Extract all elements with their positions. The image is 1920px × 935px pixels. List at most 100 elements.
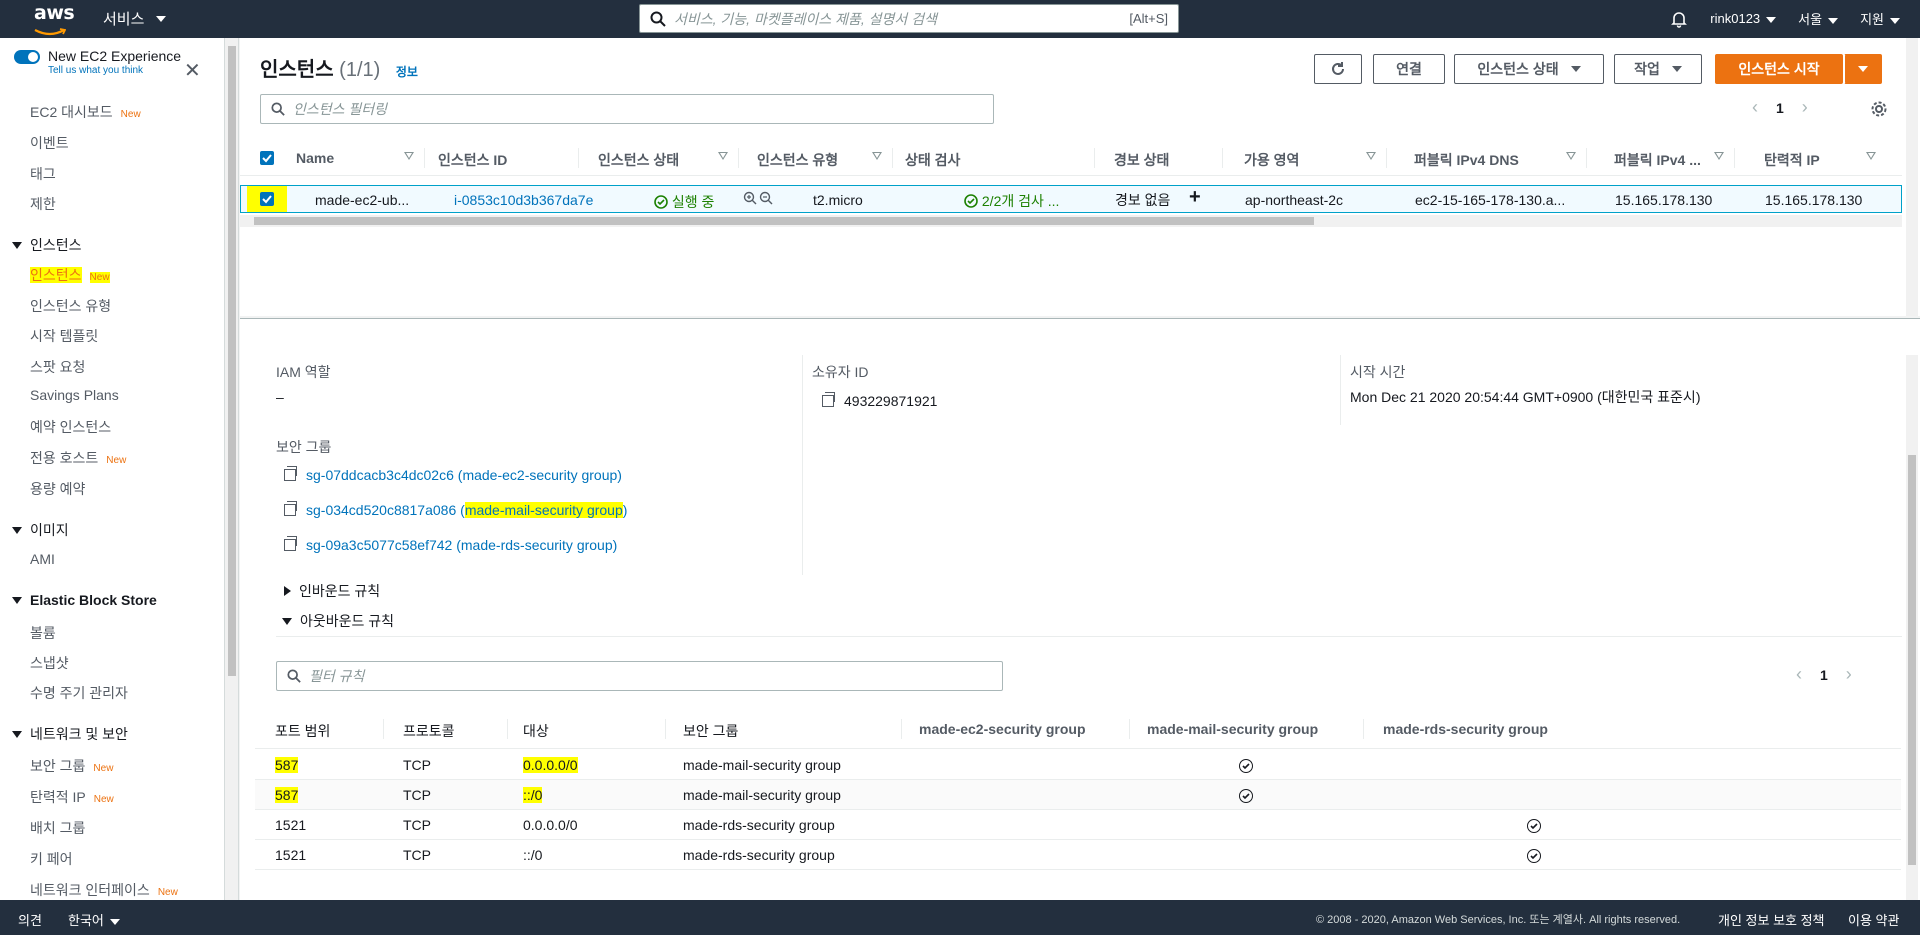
search-input[interactable] <box>674 10 1130 27</box>
col-availability-zone[interactable]: 가용 영역 <box>1244 150 1299 170</box>
zoom-in-icon[interactable] <box>743 191 757 208</box>
select-all-checkbox[interactable] <box>260 151 274 165</box>
launch-dropdown-button[interactable] <box>1844 54 1882 84</box>
sidebar-item-limits[interactable]: 제한 <box>30 194 56 214</box>
sidebar-item-volumes[interactable]: 볼륨 <box>30 623 56 643</box>
info-link[interactable]: 정보 <box>396 65 418 79</box>
copy-icon[interactable] <box>822 392 835 407</box>
settings-gear-icon[interactable] <box>1870 100 1888 118</box>
copy-icon[interactable] <box>284 466 297 481</box>
sidebar-item-ami[interactable]: AMI <box>30 551 55 567</box>
sidebar-section-instances[interactable]: 인스턴스 <box>12 235 82 255</box>
region-menu[interactable]: 서울 <box>1798 9 1839 28</box>
global-search[interactable]: [Alt+S] <box>639 4 1179 33</box>
security-group-link[interactable]: sg-034cd520c8817a086 <box>306 502 456 518</box>
actions-button[interactable]: 작업 <box>1614 54 1702 84</box>
page-number[interactable]: 1 <box>1776 100 1784 116</box>
security-group-name[interactable]: (made-ec2-security group) <box>458 467 622 483</box>
chevron-left-icon[interactable]: ‹ <box>1752 97 1758 118</box>
col-name[interactable]: Name <box>296 150 334 166</box>
security-group-link[interactable]: sg-07ddcacb3c4dc02c6 <box>306 467 454 483</box>
copy-icon[interactable] <box>284 536 297 551</box>
support-menu[interactable]: 지원 <box>1860 9 1900 28</box>
sidebar-item-capacity-reservations[interactable]: 용량 예약 <box>30 479 85 499</box>
sidebar-item-elastic-ip[interactable]: 탄력적 IP New <box>30 787 114 807</box>
sort-icon[interactable] <box>404 152 414 160</box>
sidebar-item-lifecycle-manager[interactable]: 수명 주기 관리자 <box>30 683 128 703</box>
inbound-rules-expander[interactable]: 인바운드 규칙 <box>284 581 380 601</box>
security-group-name[interactable]: (made-mail-security group) <box>460 502 627 518</box>
scrollbar-thumb[interactable] <box>228 46 236 676</box>
security-group-link[interactable]: sg-09a3c5077c58ef742 <box>306 537 452 553</box>
sidebar-item-launch-templates[interactable]: 시작 템플릿 <box>30 326 98 346</box>
row-checkbox[interactable] <box>260 192 274 206</box>
instance-id-link[interactable]: i-0853c10d3b367da7e <box>454 192 593 208</box>
security-group-name[interactable]: (made-rds-security group) <box>456 537 617 553</box>
user-menu[interactable]: rink0123 <box>1710 11 1777 26</box>
services-menu[interactable]: 서비스 <box>103 8 167 29</box>
sidebar-item-instances[interactable]: 인스턴스 New <box>30 265 110 285</box>
outbound-rules-expander[interactable]: 아웃바운드 규칙 <box>282 611 394 631</box>
col-public-dns[interactable]: 퍼블릭 IPv4 DNS <box>1414 150 1519 170</box>
toggle-switch[interactable] <box>14 50 40 64</box>
aws-logo[interactable]: aws <box>34 3 75 36</box>
sidebar-item-savings-plans[interactable]: Savings Plans <box>30 387 119 403</box>
col-elastic-ip[interactable]: 탄력적 IP <box>1764 150 1820 170</box>
sidebar-section-ebs[interactable]: Elastic Block Store <box>12 592 157 608</box>
scrollbar-thumb[interactable] <box>254 217 1314 225</box>
rule-filter-input[interactable] <box>309 668 1002 684</box>
sidebar-item-reserved-instances[interactable]: 예약 인스턴스 <box>30 417 111 437</box>
col-public-ipv4[interactable]: 퍼블릭 IPv4 ... <box>1614 150 1701 170</box>
sort-icon[interactable] <box>1566 152 1576 160</box>
sidebar-item-events[interactable]: 이벤트 <box>30 133 69 153</box>
table-row[interactable]: made-ec2-ub... i-0853c10d3b367da7e 실행 중 … <box>240 185 1902 213</box>
terms-link[interactable]: 이용 약관 <box>1848 910 1899 929</box>
sort-icon[interactable] <box>1366 152 1376 160</box>
copy-icon[interactable] <box>284 501 297 516</box>
sort-icon[interactable] <box>1714 152 1724 160</box>
plus-icon[interactable]: + <box>1189 186 1201 209</box>
sidebar-item-dedicated-hosts[interactable]: 전용 호스트 New <box>30 448 126 468</box>
chevron-right-icon[interactable]: › <box>1802 97 1808 118</box>
language-selector[interactable]: 한국어 <box>68 910 120 929</box>
filter-input[interactable] <box>293 101 993 117</box>
sidebar-scrollbar[interactable] <box>225 38 239 900</box>
col-instance-type[interactable]: 인스턴스 유형 <box>757 150 838 170</box>
feedback-link[interactable]: 의견 <box>18 910 42 929</box>
sort-icon[interactable] <box>718 152 728 160</box>
sidebar-item-placement-groups[interactable]: 배치 그룹 <box>30 818 85 838</box>
col-status-checks[interactable]: 상태 검사 <box>905 150 960 170</box>
launch-instance-button[interactable]: 인스턴스 시작 <box>1715 54 1843 84</box>
sidebar-section-network-security[interactable]: 네트워크 및 보안 <box>12 724 128 744</box>
refresh-button[interactable] <box>1314 54 1362 84</box>
scrollbar-thumb[interactable] <box>1908 455 1916 865</box>
page-number[interactable]: 1 <box>1820 667 1828 683</box>
col-alarm-status[interactable]: 경보 상태 <box>1114 150 1169 170</box>
col-instance-state[interactable]: 인스턴스 상태 <box>598 150 679 170</box>
sidebar-item-tags[interactable]: 태그 <box>30 164 56 184</box>
chevron-left-icon[interactable]: ‹ <box>1796 664 1802 685</box>
sidebar-item-snapshots[interactable]: 스냅샷 <box>30 653 69 673</box>
sidebar-item-security-groups[interactable]: 보안 그룹 New <box>30 756 113 776</box>
connect-button[interactable]: 연결 <box>1373 54 1445 84</box>
sidebar-section-images[interactable]: 이미지 <box>12 520 69 540</box>
vertical-scrollbar[interactable] <box>1906 38 1918 316</box>
privacy-policy-link[interactable]: 개인 정보 보호 정책 <box>1718 910 1825 929</box>
instance-state-button[interactable]: 인스턴스 상태 <box>1454 54 1604 84</box>
instance-filter[interactable] <box>260 94 994 124</box>
sidebar-item-spot-requests[interactable]: 스팟 요청 <box>30 357 85 377</box>
details-scrollbar[interactable] <box>1906 355 1918 901</box>
sidebar-item-network-interfaces[interactable]: 네트워크 인터페이스 New <box>30 880 178 900</box>
close-icon[interactable]: ✕ <box>184 58 201 83</box>
bell-icon[interactable] <box>1670 10 1688 28</box>
sidebar-item-instance-types[interactable]: 인스턴스 유형 <box>30 296 111 316</box>
sort-icon[interactable] <box>1866 152 1876 160</box>
new-experience-toggle[interactable]: New EC2 Experience Tell us what you thin… <box>14 48 181 76</box>
feedback-link[interactable]: Tell us what you think <box>48 65 181 76</box>
sidebar-item-key-pairs[interactable]: 키 페어 <box>30 849 73 869</box>
horizontal-scrollbar[interactable] <box>240 215 1902 227</box>
rule-filter[interactable] <box>276 661 1003 691</box>
chevron-right-icon[interactable]: › <box>1846 664 1852 685</box>
sort-icon[interactable] <box>872 152 882 160</box>
sidebar-item-dashboard[interactable]: EC2 대시보드 New <box>30 102 141 122</box>
